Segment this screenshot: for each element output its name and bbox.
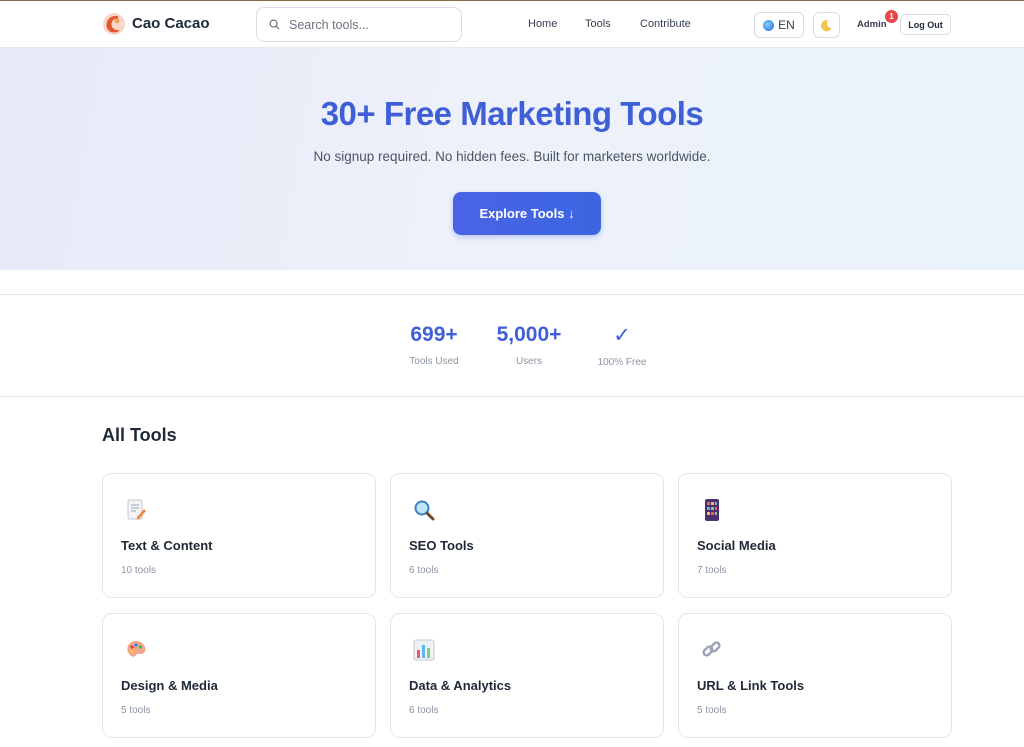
stat-label: 100% Free — [597, 357, 647, 368]
logout-button[interactable]: Log Out — [900, 14, 951, 35]
category-card-social-media[interactable]: Social Media 7 tools — [678, 473, 952, 598]
category-title: SEO Tools — [409, 538, 474, 553]
category-count: 7 tools — [697, 565, 727, 576]
category-title: URL & Link Tools — [697, 678, 805, 693]
category-count: 10 tools — [121, 565, 157, 576]
search-box[interactable] — [256, 7, 462, 42]
hero-section: 30+ Free Marketing Tools No signup requi… — [0, 48, 1024, 270]
stat-value: 699+ — [410, 323, 458, 346]
category-count: 5 tools — [121, 705, 151, 716]
stat-free: ✓ 100% Free — [592, 323, 652, 368]
bar-chart-icon — [413, 639, 435, 661]
category-card-text-content[interactable]: Text & Content 10 tools — [102, 473, 376, 598]
stat-value: 5,000+ — [496, 323, 562, 346]
language-label: EN — [778, 18, 795, 32]
brand-name[interactable]: Cao Cacao — [132, 15, 210, 32]
theme-toggle-button[interactable] — [813, 12, 840, 38]
phone-icon — [705, 499, 719, 521]
category-card-design-media[interactable]: Design & Media 5 tools — [102, 613, 376, 738]
explore-tools-button[interactable]: Explore Tools ↓ — [453, 192, 601, 235]
stat-label: Tools Used — [409, 356, 459, 367]
moon-icon — [821, 19, 832, 31]
nav-tools[interactable]: Tools — [585, 18, 611, 30]
link-icon — [702, 641, 721, 657]
user-name[interactable]: Admin — [857, 19, 887, 30]
search-icon — [269, 19, 280, 30]
memo-icon — [127, 499, 146, 520]
category-card-seo-tools[interactable]: SEO Tools 6 tools — [390, 473, 664, 598]
search-input[interactable] — [289, 15, 449, 35]
stat-users: 5,000+ Users — [490, 323, 568, 367]
magnifier-icon — [414, 500, 435, 521]
check-icon: ✓ — [613, 324, 631, 347]
stats-bar: 699+ Tools Used 5,000+ Users ✓ 100% Free — [0, 294, 1024, 397]
category-title: Data & Analytics — [409, 678, 512, 693]
language-switcher[interactable]: EN — [754, 12, 804, 38]
category-card-data-analytics[interactable]: Data & Analytics 6 tools — [390, 613, 664, 738]
top-navbar: Cao Cacao Home Tools Contribute EN Admin… — [0, 1, 1024, 48]
category-count: 6 tools — [409, 705, 439, 716]
category-count: 5 tools — [697, 705, 727, 716]
stat-label: Users — [515, 356, 543, 367]
stat-tools-used: 699+ Tools Used — [404, 323, 464, 367]
notification-badge: 1 — [885, 10, 898, 23]
category-count: 6 tools — [409, 565, 439, 576]
hero-subtitle: No signup required. No hidden fees. Buil… — [313, 149, 711, 164]
all-tools-heading: All Tools — [102, 425, 177, 445]
category-card-url-link-tools[interactable]: URL & Link Tools 5 tools — [678, 613, 952, 738]
palette-icon — [127, 641, 146, 657]
nav-home[interactable]: Home — [528, 18, 557, 30]
logo-icon[interactable] — [102, 12, 126, 36]
nav-contribute[interactable]: Contribute — [640, 18, 691, 30]
category-title: Text & Content — [121, 538, 213, 553]
category-title: Social Media — [697, 538, 776, 553]
category-title: Design & Media — [121, 678, 218, 693]
globe-icon — [763, 19, 775, 31]
hero-title: 30+ Free Marketing Tools — [320, 95, 704, 132]
